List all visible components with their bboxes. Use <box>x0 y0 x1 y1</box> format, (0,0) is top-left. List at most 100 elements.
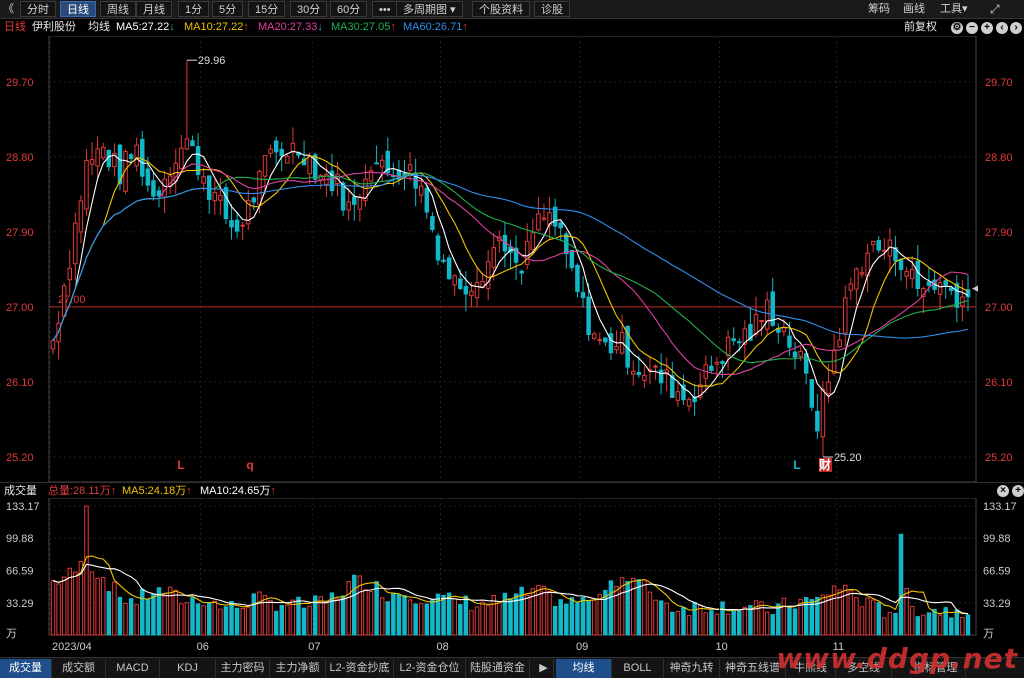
period-button-5[interactable]: 5分 <box>212 1 244 17</box>
tab-left-5[interactable]: 主力净额 <box>270 659 326 678</box>
volume-bar <box>898 533 904 636</box>
volume-bar <box>61 576 67 636</box>
total-volume-arrow: ↑ <box>110 485 117 497</box>
candle-body <box>859 272 865 275</box>
volume-legend: 成交量 总量:28.11万↑ MA5:24.18万↑ MA10:24.65万↑ … <box>0 482 1024 498</box>
tab-left-0[interactable]: 成交量 <box>0 659 52 678</box>
volume-bar <box>184 602 190 636</box>
period-button-0[interactable]: 分时 <box>20 1 56 17</box>
volume-bar <box>173 589 178 636</box>
settings-icon[interactable]: ⚙ <box>951 22 963 34</box>
chevron-down-icon: ▾ <box>447 4 456 16</box>
tab-left-8[interactable]: 陆股通资金 <box>466 659 530 678</box>
ma20-label: MA20:27.33↓ <box>258 19 323 36</box>
candle-body <box>469 290 474 297</box>
back-icon[interactable]: 《 <box>3 2 14 17</box>
volume-bar <box>391 592 396 636</box>
expand-icon[interactable]: ⤢ <box>990 2 1000 17</box>
price-chart[interactable]: 29.70 29.70 28.80 28.80 27.90 27.90 27.00 27.00… <box>0 36 1024 482</box>
close-icon[interactable]: × <box>997 485 1009 497</box>
candle-body <box>212 192 218 202</box>
volume-bar <box>363 589 368 636</box>
volume-bar <box>865 597 870 636</box>
period-button-4[interactable]: 1分 <box>178 1 210 17</box>
volume-bar <box>843 584 848 636</box>
candle-body <box>876 240 881 251</box>
volume-bar <box>631 577 636 636</box>
candle-body <box>179 147 184 170</box>
candle-body <box>937 282 943 295</box>
period-button-10[interactable]: 多周期图 ▾ <box>396 1 463 17</box>
tab-left-1[interactable]: 成交额 <box>52 659 106 678</box>
volume-bar <box>870 599 876 636</box>
volume-chart[interactable]: 133.17 133.17 99.88 99.88 66.59 66.59 33.29 33.… <box>0 498 1024 657</box>
volume-bar <box>809 599 815 636</box>
candle-body <box>898 258 904 270</box>
chip-distribution-button[interactable]: 筹码 <box>868 2 890 17</box>
candle-body <box>575 264 580 292</box>
candle-body <box>820 389 826 438</box>
current-price-pointer <box>972 285 978 292</box>
candle-body <box>714 361 720 365</box>
zoom-in-icon[interactable]: + <box>981 22 993 34</box>
x-tick-label: 09 <box>576 641 588 653</box>
volume-bar <box>764 611 770 636</box>
candle-body <box>759 319 764 322</box>
volume-bar <box>56 583 61 636</box>
tab-left-2[interactable]: MACD <box>106 659 160 678</box>
period-button-1[interactable]: 日线 <box>60 1 96 17</box>
draw-line-button[interactable]: 画线 <box>903 2 925 17</box>
volume-bar <box>352 574 357 636</box>
candle-body <box>229 220 234 228</box>
tab-left-6[interactable]: L2-资金抄底 <box>326 659 394 678</box>
candle-body <box>848 283 854 291</box>
period-button-7[interactable]: 30分 <box>290 1 328 17</box>
tab-left-7[interactable]: L2-资金仓位 <box>394 659 466 678</box>
tab-right-1[interactable]: BOLL <box>612 659 664 678</box>
volume-bar <box>223 606 229 636</box>
period-button-3[interactable]: 月线 <box>136 1 172 17</box>
candle-body <box>201 176 206 184</box>
tab-right-0[interactable]: 均线 <box>556 659 612 678</box>
volume-bar <box>324 600 329 636</box>
add-icon[interactable]: + <box>1012 485 1024 497</box>
tab-right-2[interactable]: 神奇九转 <box>664 659 720 678</box>
low-marker-label: 25.20 <box>834 452 862 464</box>
candle-body <box>463 286 469 295</box>
period-button-2[interactable]: 周线 <box>100 1 136 17</box>
tabs-next-icon[interactable]: ▶ <box>534 659 554 678</box>
volume-bar <box>681 607 686 636</box>
adjust-button[interactable]: 前复权 <box>904 19 937 36</box>
volume-bar <box>206 602 212 636</box>
prev-icon[interactable]: ‹ <box>996 22 1008 34</box>
candle-body <box>803 353 809 374</box>
volume-bar <box>195 603 201 636</box>
volume-bar <box>246 606 251 636</box>
tab-left-3[interactable]: KDJ <box>160 659 216 678</box>
volume-bar <box>167 586 173 636</box>
candle-body <box>798 350 803 357</box>
period-toolbar: 《 分时 日线 周线 月线 1分 5分 15分 30分 60分 ••• 多周期图 ▾ 个股资料 诊股 筹… <box>0 0 1024 19</box>
period-button-11[interactable]: 个股资料 <box>472 1 530 17</box>
period-button-9[interactable]: ••• <box>372 1 398 17</box>
candle-body <box>67 267 72 281</box>
volume-bar <box>452 598 457 636</box>
tab-left-4[interactable]: 主力密码 <box>216 659 270 678</box>
candle-body <box>636 371 642 376</box>
ma60-value: MA60:26.71 <box>403 21 463 33</box>
period-button-6[interactable]: 15分 <box>248 1 286 17</box>
volume-bar <box>73 571 78 636</box>
next-icon[interactable]: › <box>1010 22 1022 34</box>
volume-bar <box>569 597 575 636</box>
zoom-out-icon[interactable]: − <box>966 22 978 34</box>
volume-bar <box>954 609 960 636</box>
y-tick-left: 25.20 <box>6 452 34 464</box>
candle-body <box>709 365 714 371</box>
period-button-12[interactable]: 诊股 <box>534 1 570 17</box>
volume-bar <box>290 599 296 636</box>
total-volume-value: 总量:28.11万 <box>48 485 111 497</box>
volume-bar <box>340 595 346 636</box>
period-button-8[interactable]: 60分 <box>330 1 368 17</box>
tools-button[interactable]: 工具▾ <box>940 2 968 17</box>
ma10-arrow: ↑ <box>243 21 249 33</box>
